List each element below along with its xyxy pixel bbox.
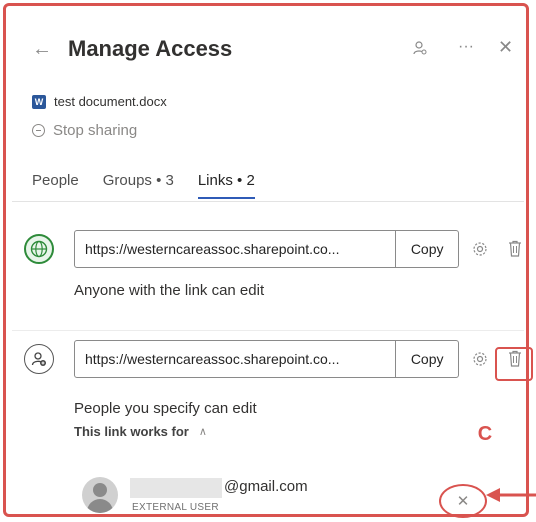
specific-people-icon	[24, 344, 54, 374]
redacted-email-block	[130, 478, 222, 498]
link-url-field[interactable]: https://westerncareassoc.sharepoint.co..…	[74, 340, 459, 378]
manage-access-panel: ← Manage Access ··· ✕ W test document.do…	[12, 12, 533, 518]
tab-groups[interactable]: Groups • 3	[103, 172, 174, 199]
works-for-label: This link works for	[74, 424, 189, 439]
gear-icon[interactable]	[472, 351, 488, 367]
shared-user-row: @gmail.com EXTERNAL USER ✕	[12, 472, 524, 518]
globe-icon	[24, 234, 54, 264]
close-icon: ✕	[456, 493, 470, 510]
tabs-divider	[12, 201, 524, 202]
section-divider	[12, 330, 524, 331]
stop-icon	[32, 124, 45, 137]
tab-bar: People Groups • 3 Links • 2	[32, 172, 255, 199]
chevron-up-icon: ∧	[198, 426, 207, 438]
word-file-icon: W	[32, 94, 46, 109]
file-name: test document.docx	[54, 94, 167, 109]
gear-icon[interactable]	[472, 241, 488, 257]
stop-sharing-label: Stop sharing	[53, 122, 138, 139]
link-permission: People you specify can edit	[74, 400, 257, 417]
file-info: W test document.docx	[32, 94, 167, 109]
annotation-c-label: C	[470, 419, 500, 449]
panel-header: ← Manage Access ··· ✕	[12, 32, 524, 72]
link-url: https://westerncareassoc.sharepoint.co..…	[85, 351, 340, 367]
user-type-label: EXTERNAL USER	[132, 502, 219, 513]
close-icon[interactable]: ✕	[498, 37, 513, 58]
stop-sharing-button[interactable]: Stop sharing	[32, 122, 137, 139]
more-options-icon[interactable]: ···	[458, 38, 474, 56]
remove-user-button[interactable]: ✕	[439, 484, 487, 518]
annotation-arrow-icon	[486, 488, 536, 502]
back-arrow-icon[interactable]: ←	[32, 38, 52, 61]
tab-links[interactable]: Links • 2	[197, 172, 255, 199]
link-url-field[interactable]: https://westerncareassoc.sharepoint.co..…	[74, 230, 459, 268]
tab-people[interactable]: People	[32, 172, 79, 199]
link-url: https://westerncareassoc.sharepoint.co..…	[85, 241, 340, 257]
copy-button[interactable]: Copy	[395, 341, 458, 377]
page-title: Manage Access	[68, 36, 233, 61]
link-works-for-toggle[interactable]: This link works for ∧	[74, 424, 207, 439]
copy-button[interactable]: Copy	[395, 231, 458, 267]
avatar	[82, 477, 118, 513]
people-settings-icon[interactable]	[412, 40, 428, 61]
user-email-suffix: @gmail.com	[224, 478, 308, 495]
link-permission: Anyone with the link can edit	[74, 282, 265, 299]
trash-highlight-annotation	[495, 347, 533, 381]
trash-icon[interactable]	[507, 240, 523, 258]
